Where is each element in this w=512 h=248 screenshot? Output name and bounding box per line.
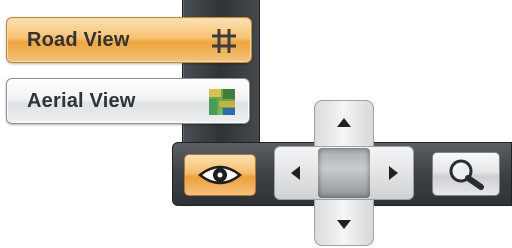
road-view-label: Road View <box>27 28 130 51</box>
road-grid-icon <box>209 26 239 56</box>
zoom-button[interactable] <box>432 152 500 196</box>
aerial-view-label: Aerial View <box>27 89 136 112</box>
pan-right-button[interactable] <box>374 148 412 198</box>
aerial-view-button[interactable]: Aerial View <box>6 78 250 124</box>
pan-down-button[interactable] <box>316 204 372 244</box>
aerial-tile-icon <box>207 87 237 117</box>
arrow-left-icon <box>290 166 300 180</box>
arrow-down-icon <box>337 219 351 229</box>
magnifier-icon <box>449 159 484 190</box>
eye-icon <box>198 165 242 185</box>
arrow-up-icon <box>337 117 351 127</box>
pan-up-button[interactable] <box>316 102 372 142</box>
view-toggle-button[interactable] <box>184 154 256 196</box>
arrow-right-icon <box>388 166 398 180</box>
road-view-button[interactable]: Road View <box>6 17 252 63</box>
pan-left-button[interactable] <box>276 148 314 198</box>
dpad-center[interactable] <box>318 148 370 198</box>
